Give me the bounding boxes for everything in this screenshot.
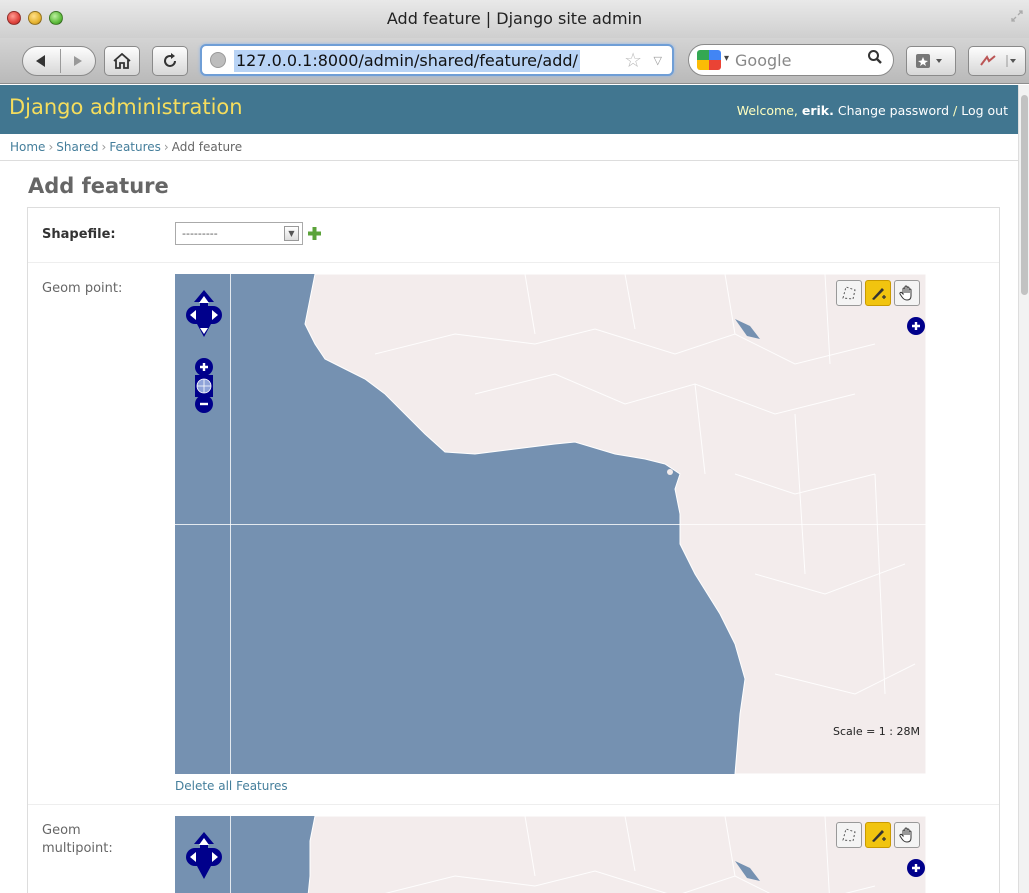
reload-button[interactable] [152, 46, 188, 76]
welcome-text: Welcome, [736, 103, 798, 118]
window-title: Add feature | Django site admin [386, 9, 643, 28]
layer-switcher-icon[interactable] [906, 858, 926, 878]
form-row-geom-point: Geom point: Scale = 1: 28M Delete all F… [28, 264, 999, 805]
bookmark-icon [916, 54, 942, 68]
search-bar[interactable]: ▾ Google [688, 44, 894, 76]
geom-multipoint-map[interactable] [175, 816, 926, 893]
scrollbar-thumb[interactable] [1021, 95, 1028, 295]
bookmarks-button[interactable] [906, 46, 956, 76]
hand-tool-icon [899, 827, 912, 843]
globe-icon [210, 52, 226, 68]
draw-point-button[interactable] [865, 280, 891, 306]
chevron-down-icon[interactable]: ▽ [654, 54, 662, 67]
pan-zoom-control[interactable] [184, 824, 224, 884]
caret-icon[interactable]: ▾ [724, 53, 729, 64]
edit-toolbar [836, 822, 920, 848]
back-icon[interactable] [23, 47, 59, 75]
change-password-link[interactable]: Change password [838, 103, 949, 118]
home-button[interactable] [104, 46, 140, 76]
breadcrumb-features[interactable]: Features [109, 140, 161, 154]
hand-tool-icon [899, 285, 912, 301]
google-icon[interactable] [697, 50, 721, 70]
admin-header: Django administration Welcome, erik. Cha… [0, 85, 1018, 134]
shapefile-label: Shapefile: [42, 227, 116, 242]
fullscreen-icon[interactable] [1011, 10, 1023, 22]
pan-zoom-control[interactable] [184, 282, 224, 432]
map-gridline-horizontal [175, 524, 926, 525]
back-forward-group [22, 46, 96, 76]
breadcrumb-current: Add feature [171, 140, 243, 154]
pan-icon [186, 290, 222, 337]
username: erik. [801, 103, 834, 118]
edit-toolbar [836, 280, 920, 306]
logout-link[interactable]: Log out [961, 103, 1008, 118]
reload-icon [164, 53, 176, 67]
breadcrumb-shared[interactable]: Shared [56, 140, 98, 154]
pan-tool-button[interactable] [894, 280, 920, 306]
polygon-tool-icon [842, 828, 856, 842]
geom-point-label: Geom point: [42, 281, 123, 296]
pan-tool-button[interactable] [894, 822, 920, 848]
home-icon [113, 53, 131, 69]
window-titlebar: Add feature | Django site admin [0, 0, 1029, 38]
world-icon [195, 375, 213, 397]
zoom-out-icon [195, 395, 213, 413]
draw-point-button[interactable] [865, 822, 891, 848]
browser-toolbar: 127.0.0.1:8000/admin/shared/feature/add/… [0, 38, 1029, 84]
breadcrumb: Home › Shared › Features › Add feature [0, 134, 1018, 161]
layer-switcher-icon[interactable] [906, 316, 926, 336]
geom-multipoint-label: Geom multipoint: [42, 823, 113, 856]
draw-point-icon [872, 288, 886, 300]
search-icon[interactable] [867, 49, 883, 70]
geom-point-map[interactable]: Scale = 1 : 28M [175, 274, 926, 774]
form-row-shapefile: Shapefile: --------- ▼ [28, 208, 999, 263]
add-icon[interactable] [308, 227, 321, 240]
map-land [307, 816, 926, 893]
extension-icon [980, 55, 1016, 67]
map-scale: Scale = 1 : 28M [833, 725, 920, 738]
page-scrollbar[interactable] [1018, 85, 1029, 893]
shapefile-select[interactable]: --------- ▼ [175, 222, 303, 245]
address-bar[interactable]: 127.0.0.1:8000/admin/shared/feature/add/… [200, 44, 674, 76]
polygon-tool-icon [842, 286, 856, 300]
polygon-tool-button[interactable] [836, 280, 862, 306]
feature-form: Shapefile: --------- ▼ Geom point: Scale… [27, 207, 1000, 893]
site-brand[interactable]: Django administration [9, 95, 243, 119]
zoom-in-icon [195, 358, 213, 376]
delete-all-features-link[interactable]: Delete all Features [175, 779, 288, 793]
polygon-tool-button[interactable] [836, 822, 862, 848]
forward-icon[interactable] [60, 47, 96, 75]
form-row-geom-multipoint: Geom multipoint: [28, 806, 999, 893]
chevron-down-icon[interactable]: ▼ [284, 226, 299, 241]
star-icon[interactable]: ☆ [624, 48, 642, 72]
url-text[interactable]: 127.0.0.1:8000/admin/shared/feature/add/ [234, 50, 580, 72]
draw-point-icon [872, 830, 886, 842]
user-tools: Welcome, erik. Change password / Log out [737, 103, 1008, 118]
search-engine-placeholder: Google [735, 51, 792, 70]
page-title: Add feature [28, 174, 169, 198]
breadcrumb-home[interactable]: Home [10, 140, 45, 154]
map-gridline-vertical [230, 816, 231, 893]
tools-separator: / [953, 103, 958, 118]
extension-button[interactable] [968, 46, 1026, 76]
shapefile-selected-value: --------- [182, 227, 218, 240]
